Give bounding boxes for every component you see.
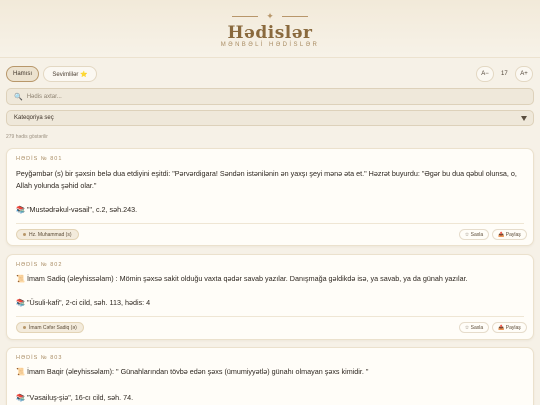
app-title: Hədislər <box>227 23 313 43</box>
font-size-value: 17 <box>501 71 508 77</box>
hadith-source: 📚 "Vəsailuş-şiə", 16-cı cild, səh. 74. <box>16 393 134 402</box>
card-divider <box>16 316 524 317</box>
header-ornament: ✦ <box>0 12 540 21</box>
narrator-dot-icon <box>23 233 26 236</box>
hadith-card: HƏDİS № 803 📜 İmam Baqir (əleyhissəlam):… <box>6 347 534 405</box>
save-button[interactable]: ☆ Saxla <box>459 229 489 240</box>
app-header: ✦ Hədislər MƏNBƏLİ HƏDİSLƏR <box>0 0 540 58</box>
ornament-line-right <box>281 16 308 17</box>
chevron-down-icon <box>521 116 527 121</box>
hadith-text: Peyğəmbər (s) bir şəxsin belə dua etdiyi… <box>16 169 517 190</box>
font-decrease-button[interactable]: A− <box>476 66 494 82</box>
hadith-number: HƏDİS № 802 <box>16 262 63 268</box>
hadith-source: 📚 "Üsuli-kafi", 2-ci cild, səh. 113, həd… <box>16 298 151 307</box>
filter-favorites-button[interactable]: Sevimlilər ⭐ <box>43 66 97 82</box>
narrator-name: İmam Cəfər Sadiq (ə) <box>29 324 77 331</box>
hadith-text: 📜 İmam Baqir (əleyhissəlam): " Günahları… <box>16 367 369 376</box>
ornament-line-left <box>232 16 259 17</box>
narrator-name: Hz. Muhammad (s) <box>29 231 72 238</box>
category-select[interactable]: Kateqoriya seç <box>6 110 534 126</box>
filter-toolbar: Hamısı Sevimlilər ⭐ A− 17 A+ <box>6 66 534 82</box>
category-selected-value: Kateqoriya seç <box>14 115 54 121</box>
narrator-badge[interactable]: Hz. Muhammad (s) <box>16 229 79 240</box>
hadith-source: 📚 "Mustədrəkul-vəsail", c.2, səh.243. <box>16 205 138 214</box>
hadith-number: HƏDİS № 803 <box>16 355 63 361</box>
result-count: 279 hədis göstərilir <box>6 134 48 140</box>
share-button[interactable]: 📤 Paylaş <box>492 229 527 240</box>
hadith-card: HƏDİS № 802 📜 İmam Sadiq (əleyhissəlam) … <box>6 254 534 340</box>
filter-all-button[interactable]: Hamısı <box>6 66 39 82</box>
hadith-text: 📜 İmam Sadiq (əleyhissəlam) : Mömin şəxs… <box>16 274 468 283</box>
card-divider <box>16 223 524 224</box>
search-placeholder: Hədis axtar... <box>26 93 62 100</box>
save-button[interactable]: ☆ Saxla <box>459 322 489 333</box>
app-subtitle: MƏNBƏLİ HƏDİSLƏR <box>220 42 320 48</box>
search-input[interactable]: 🔍 Hədis axtar... <box>6 88 534 105</box>
star-ornament-icon: ✦ <box>266 11 274 21</box>
hadith-card: HƏDİS № 801 Peyğəmbər (s) bir şəxsin bel… <box>6 148 534 246</box>
search-icon: 🔍 <box>14 93 23 101</box>
hadith-number: HƏDİS № 801 <box>16 156 63 162</box>
font-increase-button[interactable]: A+ <box>515 66 533 82</box>
narrator-dot-icon <box>23 326 26 329</box>
narrator-badge[interactable]: İmam Cəfər Sadiq (ə) <box>16 322 84 333</box>
share-button[interactable]: 📤 Paylaş <box>492 322 527 333</box>
